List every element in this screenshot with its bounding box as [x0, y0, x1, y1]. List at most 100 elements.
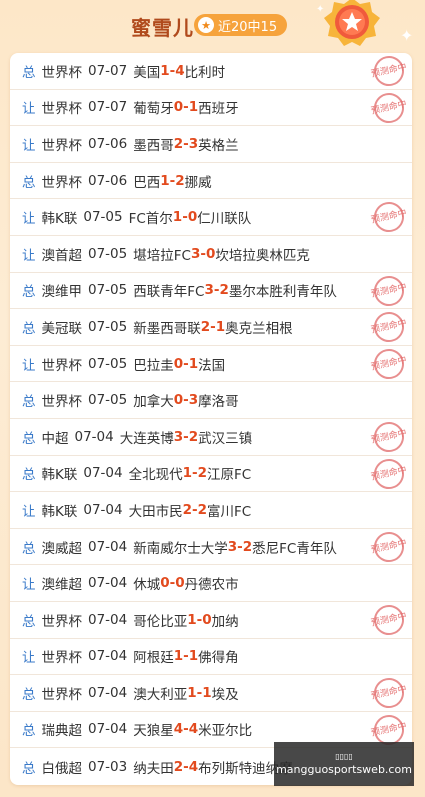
home-team: 巴西	[133, 174, 161, 191]
list-item[interactable]: 总世界杯 07-04 哥伦比亚 1 - 0 加纳 预测命中	[10, 602, 412, 639]
home-team: 堪培拉FC	[133, 247, 191, 264]
away-team: 米亚尔比	[198, 723, 253, 740]
list-item[interactable]: 让韩K联 07-05 FC首尔 1 - 0 仁川联队 预测命中	[10, 199, 412, 236]
list-item[interactable]: 总澳维甲 07-05 西联青年FC 3 - 2 墨尔本胜利青年队 预测命中	[10, 272, 412, 310]
record-badge: ★ 近20中15	[194, 14, 288, 36]
list-item[interactable]: 让世界杯 07-04 阿根廷 1 - 1 佛得角	[10, 639, 412, 676]
match-date: 07-04	[88, 611, 128, 628]
bet-type: 总	[22, 394, 36, 411]
league-name: 世界杯	[41, 174, 83, 191]
home-team: 休城	[133, 577, 161, 594]
header: 蜜雪儿 ★ 近20中15 ✦ ✦	[0, 0, 425, 52]
bet-type: 总	[22, 284, 36, 301]
away-score: 2	[197, 465, 208, 482]
league-name: 瑞典超	[41, 723, 83, 740]
home-team: 大田市民	[128, 503, 183, 520]
list-item[interactable]: 总世界杯 07-06 巴西 1 - 2 挪威	[10, 163, 412, 200]
league-name: 澳威超	[41, 540, 83, 557]
list-item[interactable]: 总中超 07-04 大连英博 3 - 2 武汉三镇 预测命中	[10, 419, 412, 456]
list-item[interactable]: 让世界杯 07-07 葡萄牙 0 - 1 西班牙 预测命中	[10, 89, 412, 127]
match-date: 07-04	[88, 648, 128, 665]
list-item[interactable]: 总澳威超 07-04 新南威尔士大学 3 - 2 悉尼FC青年队 预测命中	[10, 528, 412, 566]
star-icon: ★	[198, 17, 214, 33]
away-team: 墨尔本胜利青年队	[228, 284, 337, 301]
home-team: 西联青年FC	[133, 284, 205, 301]
list-item[interactable]: 总世界杯 07-05 加拿大 0 - 3 摩洛哥	[10, 382, 412, 419]
hit-stamp-icon: 预测命中	[370, 455, 408, 492]
list-item[interactable]: 总世界杯 07-07 美国 1 - 4 比利时 预测命中	[10, 53, 412, 90]
league-name: 世界杯	[41, 137, 83, 154]
hit-stamp-icon: 预测命中	[370, 309, 408, 345]
list-item[interactable]: 让世界杯 07-05 巴拉圭 0 - 1 法国 预测命中	[10, 345, 412, 383]
home-score: 3	[204, 282, 214, 299]
away-team: 挪威	[184, 174, 212, 191]
home-team: 大连英博	[119, 430, 174, 447]
bet-type: 让	[22, 137, 36, 154]
bet-type: 总	[22, 320, 36, 337]
away-score: 3	[188, 135, 199, 152]
league-name: 世界杯	[41, 394, 83, 411]
hit-stamp-icon: 预测命中	[370, 89, 408, 126]
league-name: 世界杯	[41, 650, 83, 667]
bet-type: 总	[22, 760, 36, 777]
league-name: 世界杯	[41, 357, 83, 374]
list-item[interactable]: 让澳维超 07-04 休城 0 - 0 丹德农市	[10, 565, 412, 602]
bet-type: 让	[22, 101, 36, 118]
away-score: 3	[188, 392, 199, 409]
bet-type: 让	[22, 577, 36, 594]
match-date: 07-04	[88, 538, 128, 555]
list-item[interactable]: 让澳首超 07-05 堪培拉FC 3 - 0 坎培拉奥林匹克	[10, 236, 412, 273]
watermark-site: mangguosportsweb.com	[276, 763, 412, 776]
hit-stamp-icon: 预测命中	[370, 199, 408, 236]
home-score: 1	[182, 465, 192, 482]
home-team: 加拿大	[133, 394, 174, 411]
bet-type: 让	[22, 503, 36, 520]
match-date: 07-04	[88, 575, 128, 592]
list-item[interactable]: 总世界杯 07-04 澳大利亚 1 - 1 埃及 预测命中	[10, 675, 412, 712]
list-item[interactable]: 总韩K联 07-04 全北现代 1 - 2 江原FC 预测命中	[10, 455, 412, 493]
away-team: 比利时	[184, 64, 226, 81]
bet-type: 让	[22, 357, 36, 374]
bet-type: 总	[22, 64, 36, 81]
home-score: 1	[187, 684, 197, 701]
watermark-top: ▯▯▯▯	[335, 752, 353, 761]
away-score: 4	[188, 758, 199, 775]
home-score: 2	[173, 758, 184, 775]
away-team: 悉尼FC青年队	[252, 540, 337, 557]
home-team: 天狼星	[133, 723, 174, 740]
list-item[interactable]: 总美冠联 07-05 新墨西哥联 2 - 1 奥克兰相根 预测命中	[10, 309, 412, 346]
league-name: 世界杯	[41, 101, 83, 118]
match-date: 07-05	[88, 245, 128, 262]
away-score: 1	[202, 684, 212, 701]
hit-stamp-icon: 预测命中	[370, 53, 408, 89]
medal-icon	[324, 0, 380, 46]
away-score: 2	[219, 282, 229, 299]
home-score: 1	[160, 172, 170, 189]
bet-type: 总	[22, 613, 36, 630]
match-date: 07-07	[88, 62, 128, 79]
league-name: 韩K联	[41, 503, 78, 520]
away-score: 2	[188, 428, 199, 445]
away-score: 1	[188, 99, 199, 116]
home-score: 0	[160, 575, 170, 592]
match-date: 07-06	[88, 135, 128, 152]
home-score: 1	[173, 648, 184, 665]
match-date: 07-07	[88, 99, 128, 116]
bet-type: 总	[22, 723, 36, 740]
list-item[interactable]: 让世界杯 07-06 墨西哥 2 - 3 英格兰	[10, 126, 412, 163]
away-score: 2	[242, 538, 253, 555]
match-date: 07-04	[83, 501, 123, 518]
away-team: 江原FC	[207, 467, 252, 484]
home-score: 1	[160, 62, 170, 79]
away-team: 英格兰	[198, 137, 239, 154]
prediction-list: 总世界杯 07-07 美国 1 - 4 比利时 预测命中让世界杯 07-07 葡萄牙 0 - 1…	[10, 53, 412, 785]
home-team: FC首尔	[128, 211, 173, 228]
home-score: 2	[182, 501, 192, 518]
away-score: 0	[187, 209, 198, 226]
home-score: 0	[173, 355, 184, 372]
list-item[interactable]: 让韩K联 07-04 大田市民 2 - 2 富川FC	[10, 492, 412, 529]
away-score: 2	[197, 501, 208, 518]
away-score: 1	[188, 648, 199, 665]
league-name: 韩K联	[41, 211, 78, 228]
bet-type: 总	[22, 540, 36, 557]
